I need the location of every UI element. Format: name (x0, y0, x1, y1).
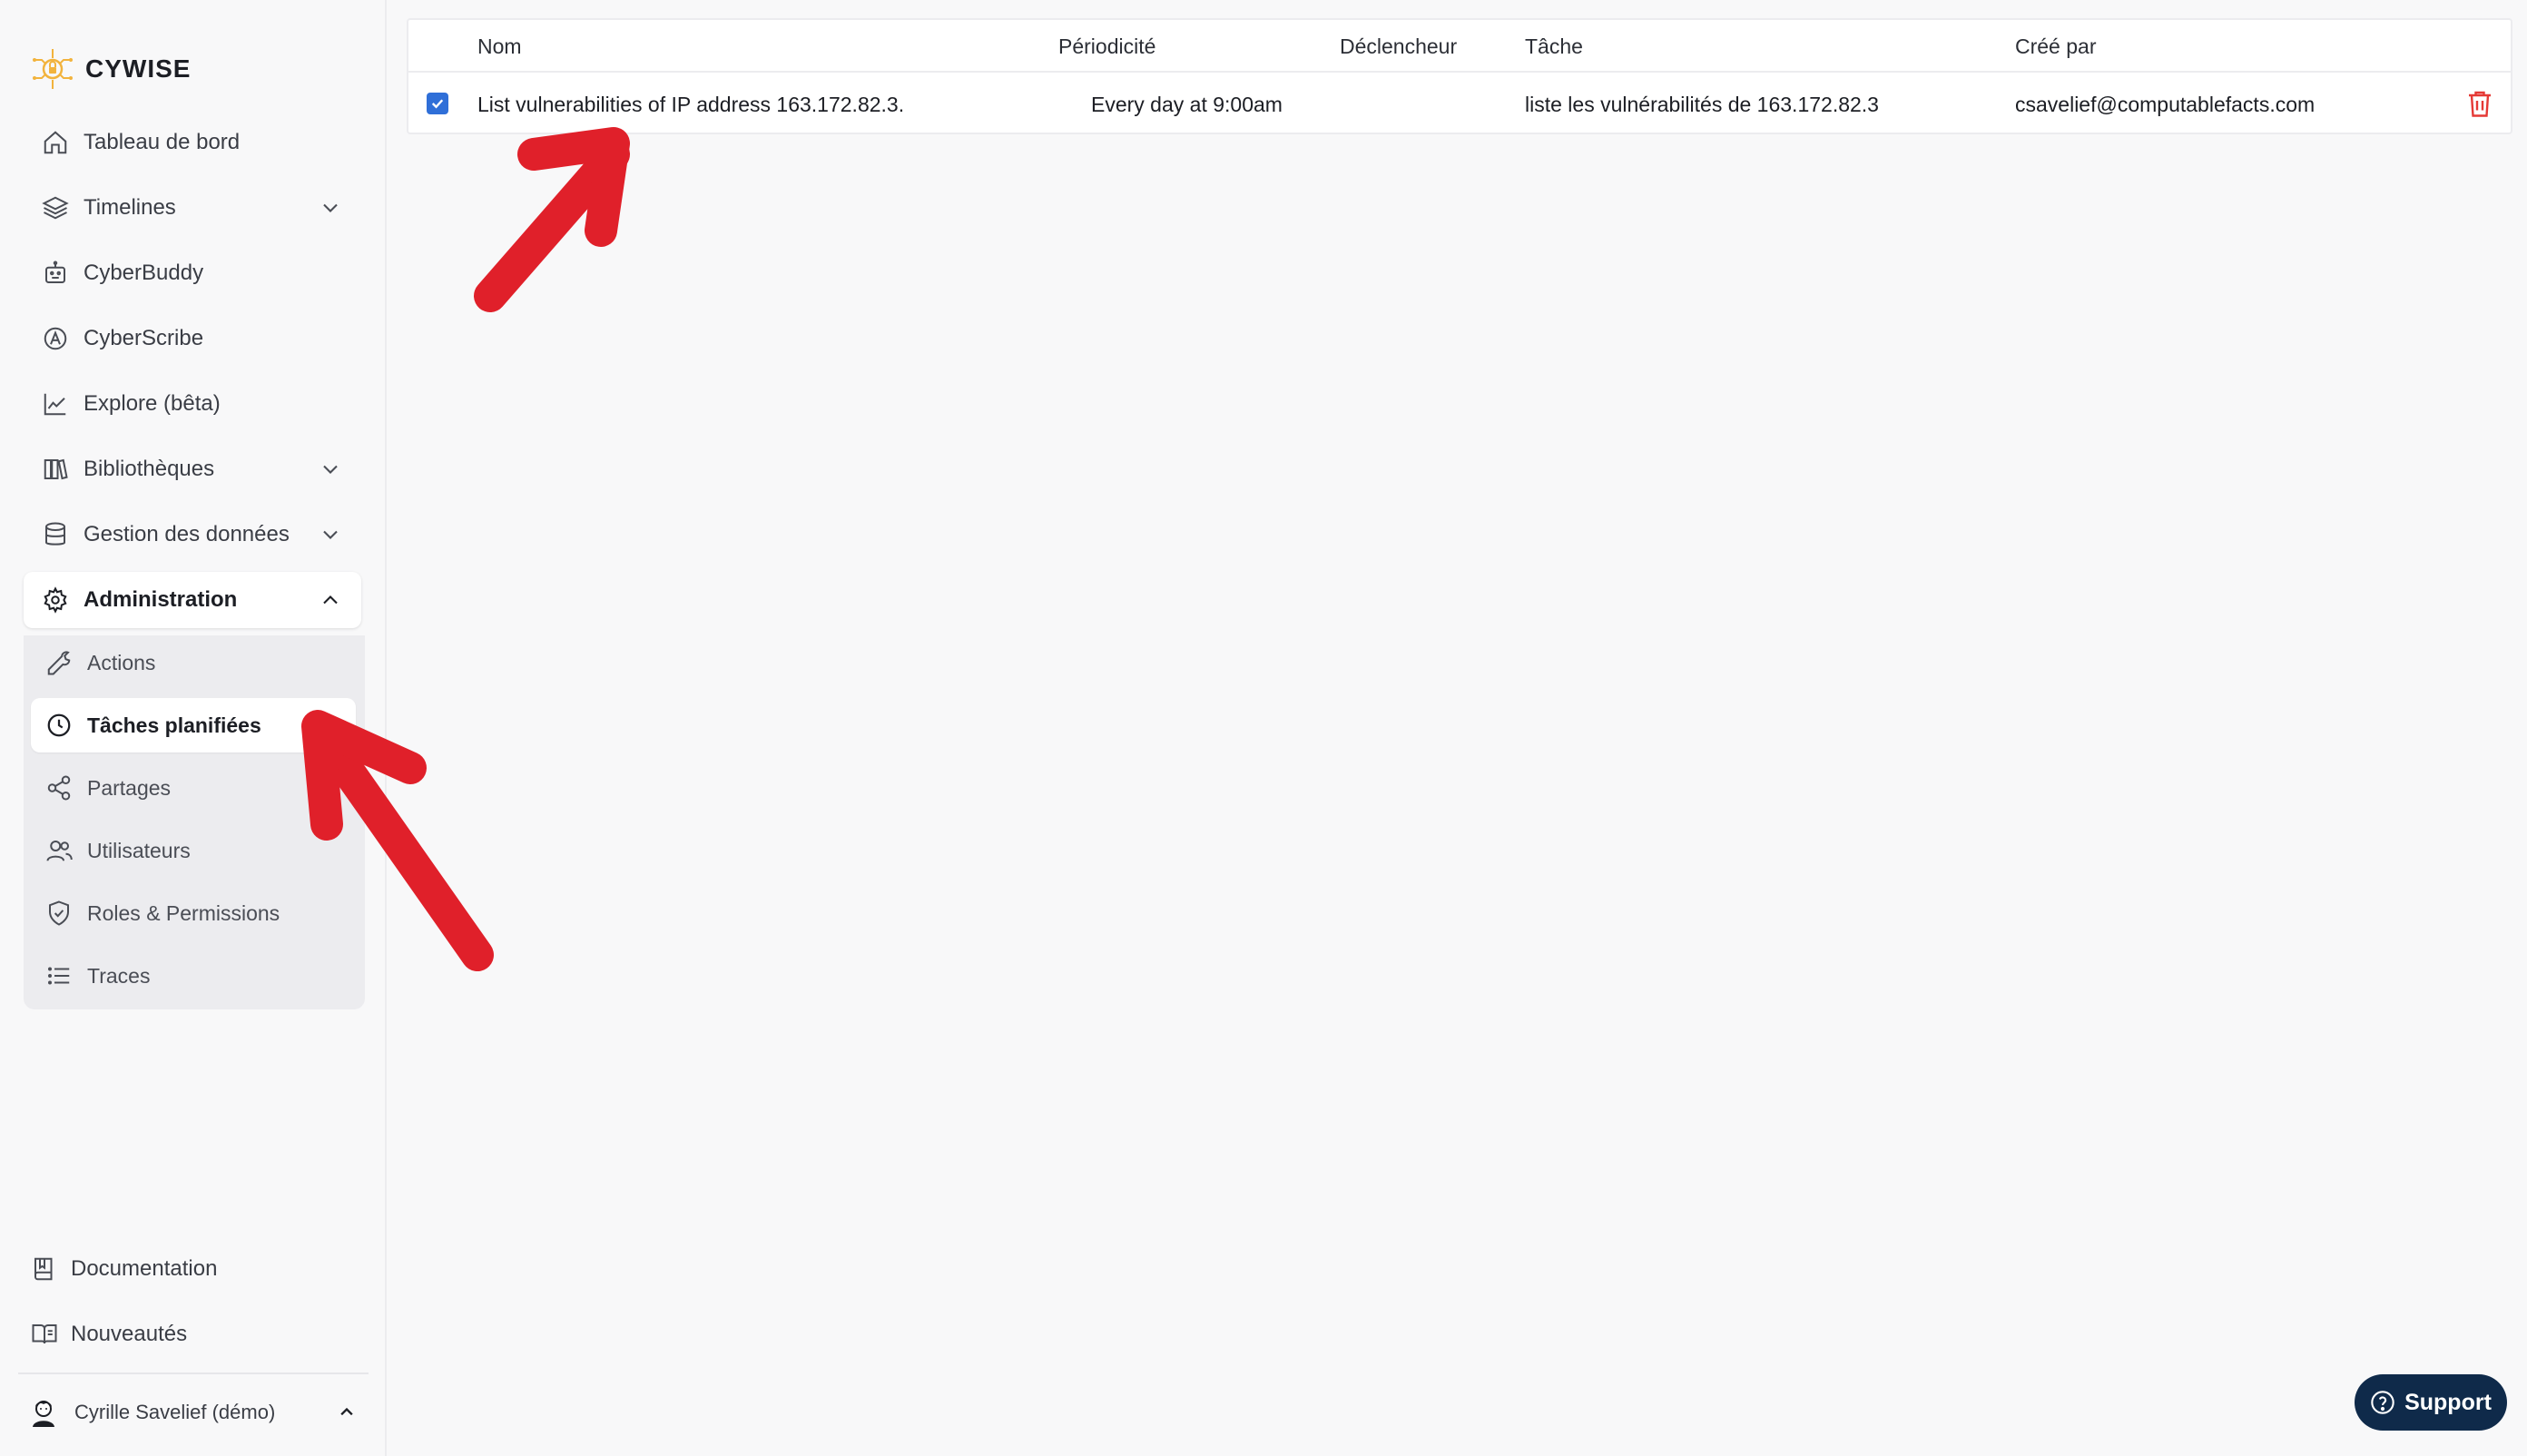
list-icon (44, 960, 74, 991)
logo[interactable]: CYWISE (31, 47, 191, 91)
chevron-up-icon[interactable] (334, 1400, 359, 1425)
sidebar-subitem-taches-planifiees[interactable]: Tâches planifiées (31, 698, 356, 753)
chevron-down-icon[interactable] (318, 457, 343, 482)
sidebar-subitem-label: Utilisateurs (87, 838, 191, 862)
sidebar-subitem-label: Traces (87, 963, 151, 988)
table-row[interactable]: List vulnerabilities of IP address 163.1… (408, 74, 2511, 134)
annotation-arrow-table (474, 127, 630, 312)
sidebar-subitem-label: Tâches planifiées (87, 713, 261, 737)
sidebar-subitem-traces[interactable]: Traces (31, 949, 356, 1003)
chart-line-icon (40, 389, 71, 419)
sidebar-subitem-label: Actions (87, 650, 156, 674)
column-header-task[interactable]: Tâche (1525, 34, 1583, 59)
library-icon (40, 454, 71, 485)
book-icon (29, 1254, 60, 1284)
home-icon (40, 127, 71, 158)
sidebar-item-label: Administration (84, 587, 238, 612)
sidebar-item-label: Explore (bêta) (84, 391, 221, 416)
brand-name: CYWISE (85, 54, 192, 83)
sidebar-item-label: Documentation (71, 1256, 218, 1281)
sidebar-item-cyberbuddy[interactable]: CyberBuddy (24, 245, 361, 301)
sidebar-item-explore[interactable]: Explore (bêta) (24, 376, 361, 432)
gear-icon (40, 585, 71, 615)
sidebar-item-label: Nouveautés (71, 1322, 188, 1346)
support-button[interactable]: Support (2355, 1374, 2507, 1431)
sidebar-item-nouveautes[interactable]: Nouveautés (25, 1307, 363, 1362)
chevron-down-icon[interactable] (318, 195, 343, 221)
sidebar-item-label: Tableau de bord (84, 130, 241, 154)
sidebar-item-administration[interactable]: Administration (24, 572, 361, 628)
sidebar: CYWISE Tableau de bord Timelines CyberBu… (0, 0, 387, 1456)
logo-icon (33, 49, 73, 89)
help-circle-icon (2371, 1391, 2394, 1414)
sidebar-subitem-roles-permissions[interactable]: Roles & Permissions (31, 886, 356, 940)
sidebar-subitem-partages[interactable]: Partages (31, 761, 356, 815)
chevron-up-icon[interactable] (318, 587, 343, 613)
sidebar-item-bibliotheques[interactable]: Bibliothèques (24, 441, 361, 497)
sidebar-item-label: Timelines (84, 195, 176, 220)
sidebar-subitem-utilisateurs[interactable]: Utilisateurs (31, 823, 356, 878)
open-book-icon (29, 1319, 60, 1350)
user-menu[interactable]: Cyrille Savelief (démo) (25, 1387, 370, 1438)
cell-name: List vulnerabilities of IP address 163.1… (477, 93, 905, 116)
sidebar-item-tableau-de-bord[interactable]: Tableau de bord (24, 114, 361, 171)
sidebar-item-label: CyberScribe (84, 326, 204, 350)
clock-icon (44, 710, 74, 741)
avatar (33, 1401, 54, 1427)
support-label: Support (2404, 1389, 2492, 1415)
row-enabled-checkbox[interactable] (427, 93, 448, 114)
column-header-trigger[interactable]: Déclencheur (1340, 34, 1457, 59)
layers-icon (40, 192, 71, 223)
sidebar-item-label: Bibliothèques (84, 457, 215, 481)
sidebar-item-label: Gestion des données (84, 522, 290, 546)
sidebar-subitem-label: Roles & Permissions (87, 900, 280, 925)
sidebar-subitem-label: Partages (87, 775, 172, 800)
app-root: CYWISE Tableau de bord Timelines CyberBu… (0, 0, 2527, 1456)
cell-created-by: csavelief@computablefacts.com (2015, 93, 2316, 116)
sidebar-divider (18, 1372, 369, 1374)
table-header: Nom Périodicité Déclencheur Tâche Créé p… (408, 20, 2511, 73)
column-header-periodicity[interactable]: Périodicité (1058, 34, 1155, 59)
scheduled-tasks-table: Nom Périodicité Déclencheur Tâche Créé p… (407, 18, 2512, 134)
shield-check-icon (44, 898, 74, 929)
sidebar-item-documentation[interactable]: Documentation (25, 1242, 363, 1296)
sidebar-item-gestion-des-donnees[interactable]: Gestion des données (24, 507, 361, 563)
chevron-down-icon[interactable] (318, 522, 343, 547)
cell-task: liste les vulnérabilités de 163.172.82.3 (1525, 93, 1879, 116)
scribe-icon (40, 323, 71, 354)
wrench-icon (44, 647, 74, 678)
share-icon (44, 772, 74, 803)
database-icon (40, 519, 71, 550)
column-header-name[interactable]: Nom (477, 34, 522, 59)
sidebar-item-cyberscribe[interactable]: CyberScribe (24, 310, 361, 367)
sidebar-item-label: CyberBuddy (84, 261, 204, 285)
trash-icon[interactable] (2463, 87, 2496, 120)
sidebar-item-timelines[interactable]: Timelines (24, 180, 361, 236)
user-name: Cyrille Savelief (démo) (74, 1401, 276, 1423)
sidebar-subitem-actions[interactable]: Actions (31, 635, 356, 690)
column-header-created-by[interactable]: Créé par (2015, 34, 2096, 59)
cell-periodicity: Every day at 9:00am (1091, 93, 1283, 116)
robot-icon (40, 258, 71, 289)
users-icon (44, 835, 74, 866)
check-icon (431, 99, 444, 109)
